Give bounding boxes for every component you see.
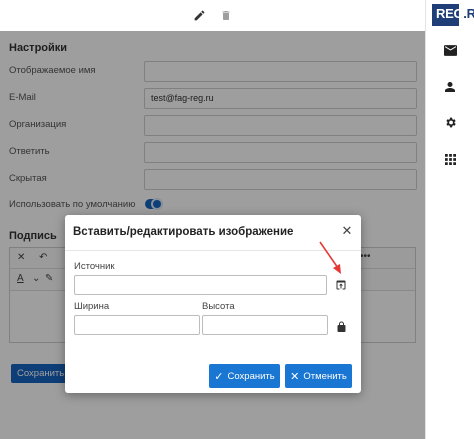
width-label: Ширина [74, 301, 110, 312]
logo-text: REG.RU [436, 6, 474, 21]
apps-grid-icon[interactable] [441, 150, 459, 168]
gear-icon[interactable] [441, 113, 459, 131]
mail-icon[interactable] [441, 41, 459, 59]
lock-icon[interactable] [333, 318, 349, 334]
save-label: Сохранить [227, 370, 275, 382]
right-rail: REG.RU [425, 0, 474, 439]
person-icon[interactable] [441, 78, 459, 96]
dialog-cancel-button[interactable]: ✕ Отменить [285, 364, 352, 388]
source-input[interactable] [74, 275, 327, 295]
source-label: Источник [74, 261, 115, 272]
divider [65, 250, 361, 251]
insert-image-dialog: Вставить/редактировать изображение ✕ Ист… [65, 215, 361, 393]
close-icon[interactable]: ✕ [341, 224, 353, 237]
height-input[interactable] [202, 315, 328, 335]
logo-text-reg: REG [436, 6, 464, 21]
cancel-label: Отменить [303, 370, 347, 382]
height-label: Высота [202, 301, 235, 312]
dialog-save-button[interactable]: ✓ Сохранить [209, 364, 280, 388]
check-icon: ✓ [214, 370, 224, 383]
logo-text-ru: .RU [463, 6, 474, 21]
upload-icon[interactable] [333, 277, 349, 293]
reg-ru-logo[interactable]: REG.RU [432, 4, 474, 26]
close-icon: ✕ [290, 370, 300, 383]
trash-icon[interactable] [217, 6, 235, 24]
top-toolbar [0, 0, 425, 31]
width-input[interactable] [74, 315, 200, 335]
pencil-icon[interactable] [190, 6, 208, 24]
dialog-title: Вставить/редактировать изображение [73, 226, 294, 238]
